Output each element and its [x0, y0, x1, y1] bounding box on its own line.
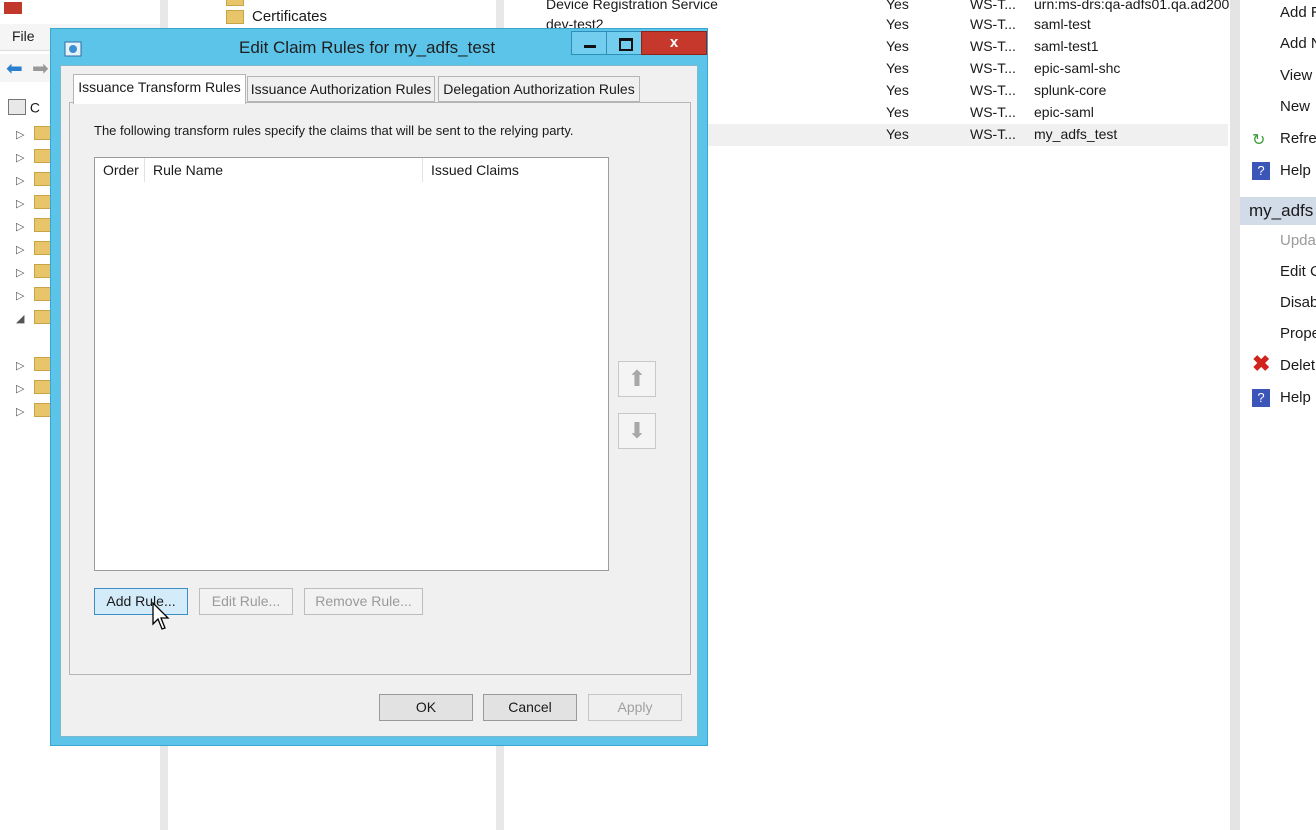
tab-issuance-transform-rules[interactable]: Issuance Transform Rules	[73, 74, 246, 104]
back-icon[interactable]: ⬅	[6, 56, 23, 81]
rp-identifier: epic-saml	[1034, 104, 1094, 120]
edit-claim-rules-dialog: Edit Claim Rules for my_adfs_test x Issu…	[50, 28, 708, 746]
action-item[interactable]: Add N	[1280, 35, 1316, 52]
action-item[interactable]: Help	[1280, 389, 1311, 406]
tree-root-label: C	[29, 99, 41, 116]
rp-identifier: epic-saml-shc	[1034, 60, 1121, 76]
expand-arrow-icon[interactable]: ▷	[16, 382, 24, 395]
column-header-issued-claims[interactable]: Issued Claims	[423, 158, 608, 182]
refresh-icon: ↻	[1252, 132, 1266, 149]
move-down-button[interactable]: ⬇	[618, 413, 656, 449]
minimize-button[interactable]	[571, 31, 607, 55]
remove-rule-button[interactable]: Remove Rule...	[304, 588, 423, 615]
expand-arrow-icon[interactable]: ▷	[16, 151, 24, 164]
action-item[interactable]: Help	[1280, 162, 1311, 179]
rp-enabled: Yes	[886, 0, 909, 12]
mouse-cursor-icon	[152, 602, 170, 630]
rp-identifier: saml-test1	[1034, 38, 1099, 54]
tab-issuance-authorization-rules[interactable]: Issuance Authorization Rules	[247, 76, 435, 102]
move-up-button[interactable]: ⬆	[618, 361, 656, 397]
rp-identifier: urn:ms-drs:qa-adfs01.qa.ad2008	[1034, 0, 1238, 12]
add-rule-button[interactable]: Add Rule...	[94, 588, 188, 615]
minimize-icon	[584, 45, 596, 48]
computer-icon	[8, 99, 26, 116]
maximize-button[interactable]	[606, 31, 642, 55]
rp-type: WS-T...	[970, 126, 1016, 142]
close-button[interactable]: x	[641, 31, 707, 55]
rp-enabled: Yes	[886, 104, 909, 120]
rp-type: WS-T...	[970, 0, 1016, 12]
rp-enabled: Yes	[886, 38, 909, 54]
action-item[interactable]: Upda	[1280, 232, 1316, 249]
rules-description: The following transform rules specify th…	[94, 123, 574, 138]
column-header-order[interactable]: Order	[95, 158, 145, 182]
expand-arrow-icon[interactable]: ▷	[16, 243, 24, 256]
rp-type: WS-T...	[970, 38, 1016, 54]
rp-identifier: splunk-core	[1034, 82, 1107, 98]
expand-arrow-icon[interactable]: ▷	[16, 174, 24, 187]
rp-name: Device Registration Service	[546, 0, 718, 12]
dialog-title: Edit Claim Rules for my_adfs_test	[239, 38, 496, 57]
up-arrow-icon: ⬆	[627, 366, 647, 391]
folder-icon	[226, 0, 244, 6]
rp-enabled: Yes	[886, 126, 909, 142]
maximize-icon	[619, 38, 633, 51]
action-item[interactable]: Prope	[1280, 325, 1316, 342]
action-item[interactable]: New	[1280, 98, 1310, 115]
action-item[interactable]: Edit C	[1280, 263, 1316, 280]
action-item[interactable]: Disab	[1280, 294, 1316, 311]
help-icon: ?	[1252, 389, 1270, 407]
expand-arrow-icon[interactable]: ▷	[16, 220, 24, 233]
action-item[interactable]: Delet	[1280, 357, 1315, 374]
delete-icon: ✖	[1252, 351, 1271, 376]
tab-panel: The following transform rules specify th…	[69, 102, 691, 675]
folder-icon	[226, 10, 244, 24]
claim-rules-icon	[64, 41, 82, 57]
down-arrow-icon: ⬇	[627, 418, 647, 443]
rp-type: WS-T...	[970, 16, 1016, 32]
expand-arrow-icon[interactable]: ▷	[16, 266, 24, 279]
tree-root[interactable]: C	[8, 98, 41, 116]
action-item[interactable]: Refre	[1280, 130, 1316, 147]
rp-enabled: Yes	[886, 60, 909, 76]
expand-arrow-icon[interactable]: ▷	[16, 128, 24, 141]
expand-arrow-icon[interactable]: ▷	[16, 197, 24, 210]
rules-list[interactable]: Order Rule Name Issued Claims	[94, 157, 609, 571]
expand-arrow-icon[interactable]: ▷	[16, 359, 24, 372]
rp-type: WS-T...	[970, 60, 1016, 76]
action-item[interactable]: View	[1280, 67, 1312, 84]
forward-icon[interactable]: ➡	[32, 56, 49, 81]
edit-rule-button[interactable]: Edit Rule...	[199, 588, 293, 615]
action-item[interactable]: Add R	[1280, 4, 1316, 21]
expand-arrow-icon[interactable]: ▷	[16, 405, 24, 418]
certificates-node[interactable]: Certificates	[252, 8, 327, 25]
section-header-label: my_adfs	[1249, 201, 1314, 220]
collapse-arrow-icon[interactable]: ◢	[16, 312, 24, 325]
cancel-button[interactable]: Cancel	[483, 694, 577, 721]
tab-delegation-authorization-rules[interactable]: Delegation Authorization Rules	[438, 76, 640, 102]
rp-type: WS-T...	[970, 104, 1016, 120]
actions-pane: Add R Add N View New ↻ Refre ? Help my_a…	[1230, 0, 1316, 830]
ok-button[interactable]: OK	[379, 694, 473, 721]
rp-type: WS-T...	[970, 82, 1016, 98]
rp-enabled: Yes	[886, 16, 909, 32]
app-icon	[4, 2, 22, 14]
dialog-title-bar[interactable]: Edit Claim Rules for my_adfs_test x	[51, 29, 707, 65]
apply-button[interactable]: Apply	[588, 694, 682, 721]
rp-identifier: saml-test	[1034, 16, 1091, 32]
actions-section-header: my_adfs	[1240, 197, 1316, 225]
column-header-rule-name[interactable]: Rule Name	[145, 158, 423, 182]
rp-identifier: my_adfs_test	[1034, 126, 1118, 142]
menu-file[interactable]: File	[12, 28, 35, 44]
help-icon: ?	[1252, 162, 1270, 180]
expand-arrow-icon[interactable]: ▷	[16, 289, 24, 302]
rp-enabled: Yes	[886, 82, 909, 98]
